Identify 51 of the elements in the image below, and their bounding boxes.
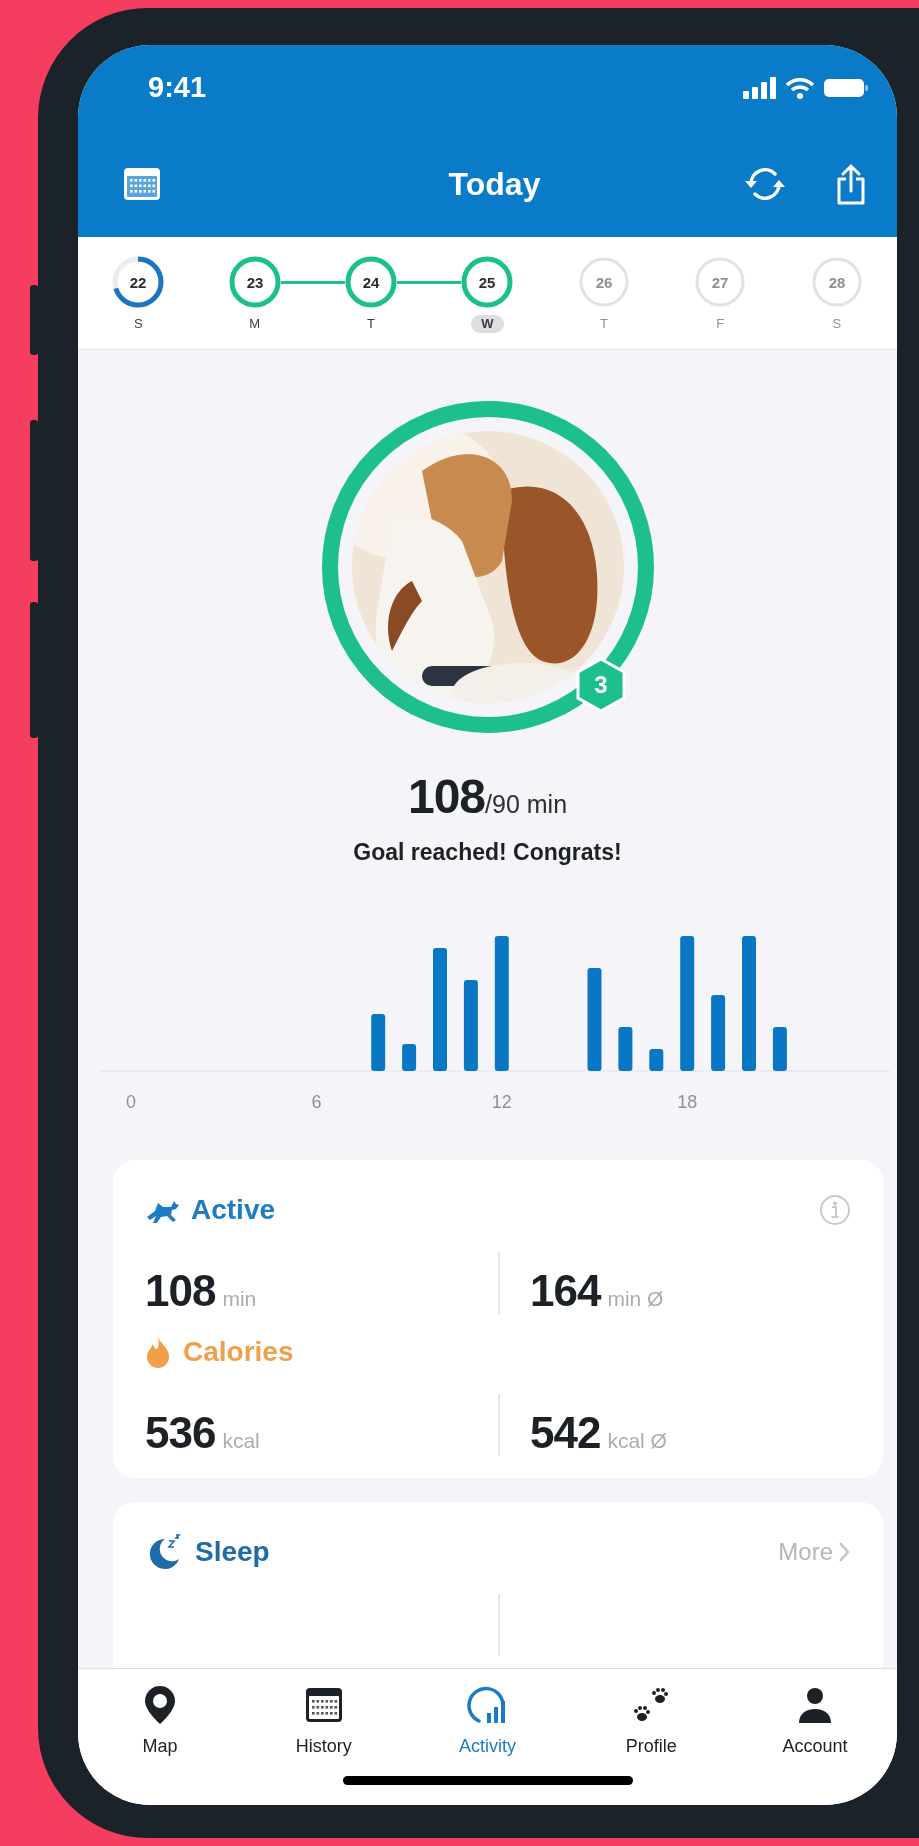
weekday-label[interactable]: W — [471, 315, 504, 333]
stat-unit: min Ø — [607, 1285, 664, 1312]
share-icon[interactable] — [835, 162, 867, 205]
day-number: 27 — [711, 273, 729, 291]
empty-ring[interactable] — [695, 257, 745, 307]
goal-message: Goal reached! Congrats! — [353, 838, 622, 867]
empty-ring[interactable] — [812, 257, 862, 307]
weekday-label[interactable]: M — [239, 315, 271, 333]
tab-button[interactable]: Profile — [569, 1669, 734, 1760]
stat-value: 542 — [530, 1406, 601, 1459]
section-title: Active — [191, 1192, 276, 1227]
tab-button[interactable]: History — [241, 1669, 406, 1760]
section-title: Sleep — [195, 1534, 270, 1569]
weekday-label[interactable]: S — [123, 315, 153, 333]
tab-button[interactable]: Account — [733, 1669, 897, 1760]
axis-label: 6 — [311, 1091, 322, 1112]
battery-icon — [823, 76, 869, 99]
tab-button[interactable]: Map — [78, 1669, 242, 1760]
goal-ring[interactable] — [229, 256, 281, 308]
stat-value: 164 — [530, 1264, 601, 1317]
stat-unit: kcal — [222, 1427, 260, 1454]
stat-unit: min — [222, 1285, 257, 1312]
day-number: 22 — [129, 273, 147, 291]
day-number: 26 — [595, 273, 613, 291]
axis-label: 12 — [491, 1091, 512, 1112]
stat-unit: kcal Ø — [607, 1427, 667, 1454]
day-number: 23 — [246, 273, 263, 291]
goal-ring[interactable] — [345, 256, 397, 308]
stat-value: 536 — [145, 1406, 216, 1459]
axis-label: 0 — [126, 1091, 136, 1112]
day-number: 24 — [362, 273, 380, 291]
goal-target: /90 min — [485, 790, 568, 818]
section-title: Calories — [183, 1334, 294, 1369]
flame-icon — [145, 1335, 171, 1368]
day-number: 25 — [479, 273, 496, 291]
goal-ring[interactable] — [461, 256, 513, 308]
tab-button[interactable]: Activity — [405, 1669, 570, 1760]
progress-ring[interactable] — [112, 256, 164, 308]
wifi-icon — [785, 76, 815, 99]
axis-label: 18 — [677, 1091, 698, 1112]
weekday-label[interactable]: T — [357, 315, 386, 333]
signal-icon — [743, 76, 777, 99]
screen-title: Today — [448, 164, 541, 204]
connector-line — [280, 281, 346, 284]
status-time: 9:41 — [148, 69, 207, 105]
stat-value: 108 — [145, 1264, 216, 1317]
empty-ring[interactable] — [579, 257, 629, 307]
day-number: 28 — [828, 273, 846, 291]
goal-value: 108 — [407, 770, 486, 823]
level-badge: 3 — [574, 657, 627, 713]
connector-line — [397, 281, 462, 284]
